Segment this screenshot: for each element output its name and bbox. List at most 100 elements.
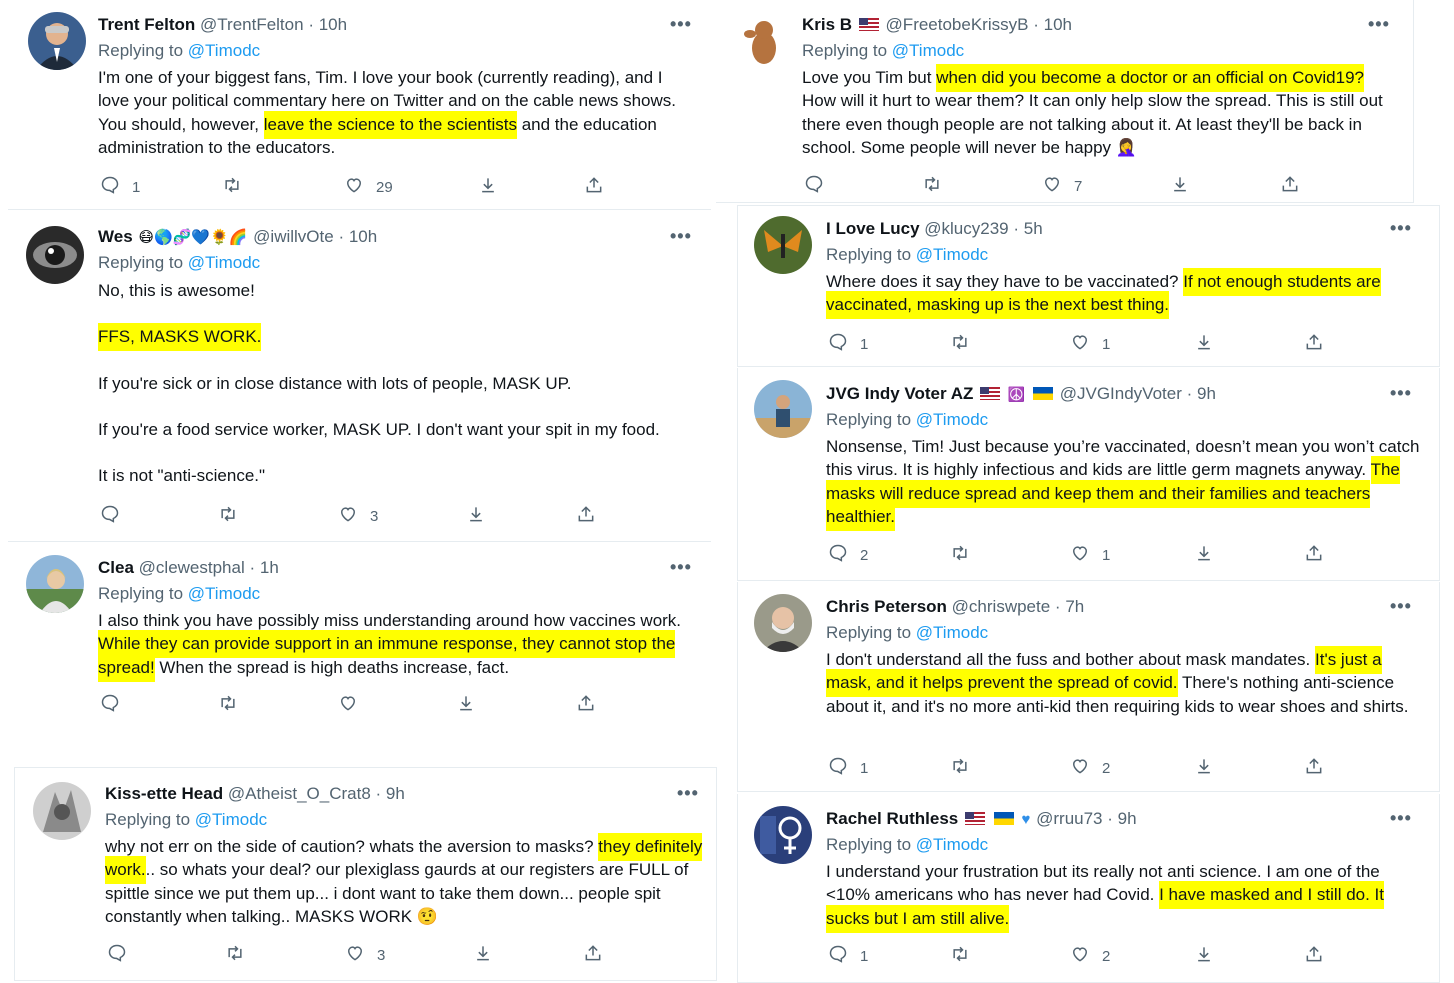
user-handle[interactable]: @rruu73 (1036, 809, 1102, 828)
user-handle[interactable]: @JVGIndyVoter (1060, 384, 1182, 403)
timestamp[interactable]: 10h (319, 15, 347, 34)
tweet-card[interactable]: Wes 😷🌎🧬💙🌻🌈 @iwillvOte · 10h ••• Replying… (8, 212, 711, 542)
more-options-icon[interactable]: ••• (670, 14, 692, 35)
retweet-button[interactable] (950, 756, 982, 780)
mention-link[interactable]: @Timodc (188, 253, 260, 272)
timestamp[interactable]: 9h (1197, 384, 1216, 403)
like-button[interactable]: 2 (1070, 944, 1110, 968)
like-button[interactable]: 1 (1070, 543, 1110, 567)
user-handle[interactable]: @chriswpete (952, 597, 1051, 616)
avatar[interactable] (734, 12, 792, 70)
retweet-button[interactable] (225, 943, 257, 967)
timestamp[interactable]: 9h (386, 784, 405, 803)
reply-button[interactable] (804, 174, 836, 198)
mention-link[interactable]: @Timodc (916, 410, 988, 429)
more-options-icon[interactable]: ••• (670, 557, 692, 578)
tweet-card[interactable]: Kiss-ette Head @Atheist_O_Crat8 · 9h •••… (14, 767, 717, 981)
mention-link[interactable]: @Timodc (188, 41, 260, 60)
share-button[interactable] (583, 943, 603, 967)
bookmark-button[interactable] (1194, 756, 1214, 780)
user-handle[interactable]: @Atheist_O_Crat8 (228, 784, 371, 803)
mention-link[interactable]: @Timodc (916, 623, 988, 642)
retweet-button[interactable] (922, 174, 954, 198)
share-button[interactable] (1280, 174, 1300, 198)
timestamp[interactable]: 5h (1024, 219, 1043, 238)
share-button[interactable] (576, 693, 596, 717)
tweet-card[interactable]: Clea @clewestphal · 1h ••• Replying to @… (8, 543, 711, 725)
avatar[interactable] (26, 555, 84, 613)
reply-button[interactable]: 2 (828, 543, 868, 567)
avatar[interactable] (754, 380, 812, 438)
mention-link[interactable]: @Timodc (195, 810, 267, 829)
like-button[interactable]: 3 (345, 943, 385, 967)
bookmark-button[interactable] (1194, 332, 1214, 356)
retweet-button[interactable] (222, 175, 254, 199)
more-options-icon[interactable]: ••• (670, 226, 692, 247)
like-button[interactable]: 2 (1070, 756, 1110, 780)
retweet-button[interactable] (950, 944, 982, 968)
like-button[interactable]: 1 (1070, 332, 1110, 356)
display-name[interactable]: Chris Peterson (826, 597, 947, 616)
like-button[interactable]: 7 (1042, 174, 1082, 198)
retweet-button[interactable] (218, 504, 250, 528)
tweet-card[interactable]: JVG Indy Voter AZ ☮️ @JVGIndyVoter · 9h … (737, 368, 1440, 581)
share-button[interactable] (576, 504, 596, 528)
avatar[interactable] (26, 226, 84, 284)
reply-button[interactable] (107, 943, 139, 967)
display-name[interactable]: Trent Felton (98, 15, 195, 34)
reply-button[interactable]: 1 (828, 944, 868, 968)
user-handle[interactable]: @clewestphal (139, 558, 245, 577)
display-name[interactable]: JVG Indy Voter AZ (826, 384, 973, 403)
tweet-card[interactable]: Rachel Ruthless ♥ @rruu73 · 9h ••• Reply… (737, 794, 1440, 983)
user-handle[interactable]: @iwillvOte (253, 227, 334, 246)
bookmark-button[interactable] (1194, 944, 1214, 968)
more-options-icon[interactable]: ••• (1390, 383, 1412, 404)
more-options-icon[interactable]: ••• (1368, 14, 1390, 35)
avatar[interactable] (754, 594, 812, 652)
avatar[interactable] (33, 782, 91, 840)
more-options-icon[interactable]: ••• (1390, 218, 1412, 239)
retweet-button[interactable] (218, 693, 250, 717)
timestamp[interactable]: 9h (1118, 809, 1137, 828)
share-button[interactable] (1304, 756, 1324, 780)
bookmark-button[interactable] (1194, 543, 1214, 567)
tweet-card[interactable]: I Love Lucy @klucy239 · 5h ••• Replying … (737, 205, 1440, 367)
mention-link[interactable]: @Timodc (892, 41, 964, 60)
display-name[interactable]: Rachel Ruthless (826, 809, 958, 828)
display-name[interactable]: Clea (98, 558, 134, 577)
bookmark-button[interactable] (478, 175, 498, 199)
user-handle[interactable]: @klucy239 (924, 219, 1008, 238)
display-name[interactable]: Wes (98, 227, 133, 246)
reply-button[interactable]: 1 (100, 175, 140, 199)
bookmark-button[interactable] (466, 504, 486, 528)
user-handle[interactable]: @FreetobeKrissyB (886, 15, 1029, 34)
share-button[interactable] (1304, 944, 1324, 968)
retweet-button[interactable] (950, 332, 982, 356)
timestamp[interactable]: 1h (260, 558, 279, 577)
avatar[interactable] (754, 216, 812, 274)
reply-button[interactable] (100, 693, 132, 717)
tweet-card[interactable]: Chris Peterson @chriswpete · 7h ••• Repl… (737, 582, 1440, 792)
mention-link[interactable]: @Timodc (916, 245, 988, 264)
user-handle[interactable]: @TrentFelton (200, 15, 304, 34)
display-name[interactable]: I Love Lucy (826, 219, 920, 238)
bookmark-button[interactable] (1170, 174, 1190, 198)
more-options-icon[interactable]: ••• (1390, 596, 1412, 617)
more-options-icon[interactable]: ••• (1390, 808, 1412, 829)
timestamp[interactable]: 7h (1065, 597, 1084, 616)
bookmark-button[interactable] (473, 943, 493, 967)
share-button[interactable] (1304, 332, 1324, 356)
like-button[interactable]: 29 (344, 175, 393, 199)
like-button[interactable]: 3 (338, 504, 378, 528)
more-options-icon[interactable]: ••• (677, 783, 699, 804)
avatar[interactable] (28, 12, 86, 70)
share-button[interactable] (1304, 543, 1324, 567)
display-name[interactable]: Kiss-ette Head (105, 784, 223, 803)
retweet-button[interactable] (950, 543, 982, 567)
timestamp[interactable]: 10h (349, 227, 377, 246)
mention-link[interactable]: @Timodc (188, 584, 260, 603)
share-button[interactable] (584, 175, 604, 199)
like-button[interactable] (338, 693, 370, 717)
avatar[interactable] (754, 806, 812, 864)
timestamp[interactable]: 10h (1044, 15, 1072, 34)
